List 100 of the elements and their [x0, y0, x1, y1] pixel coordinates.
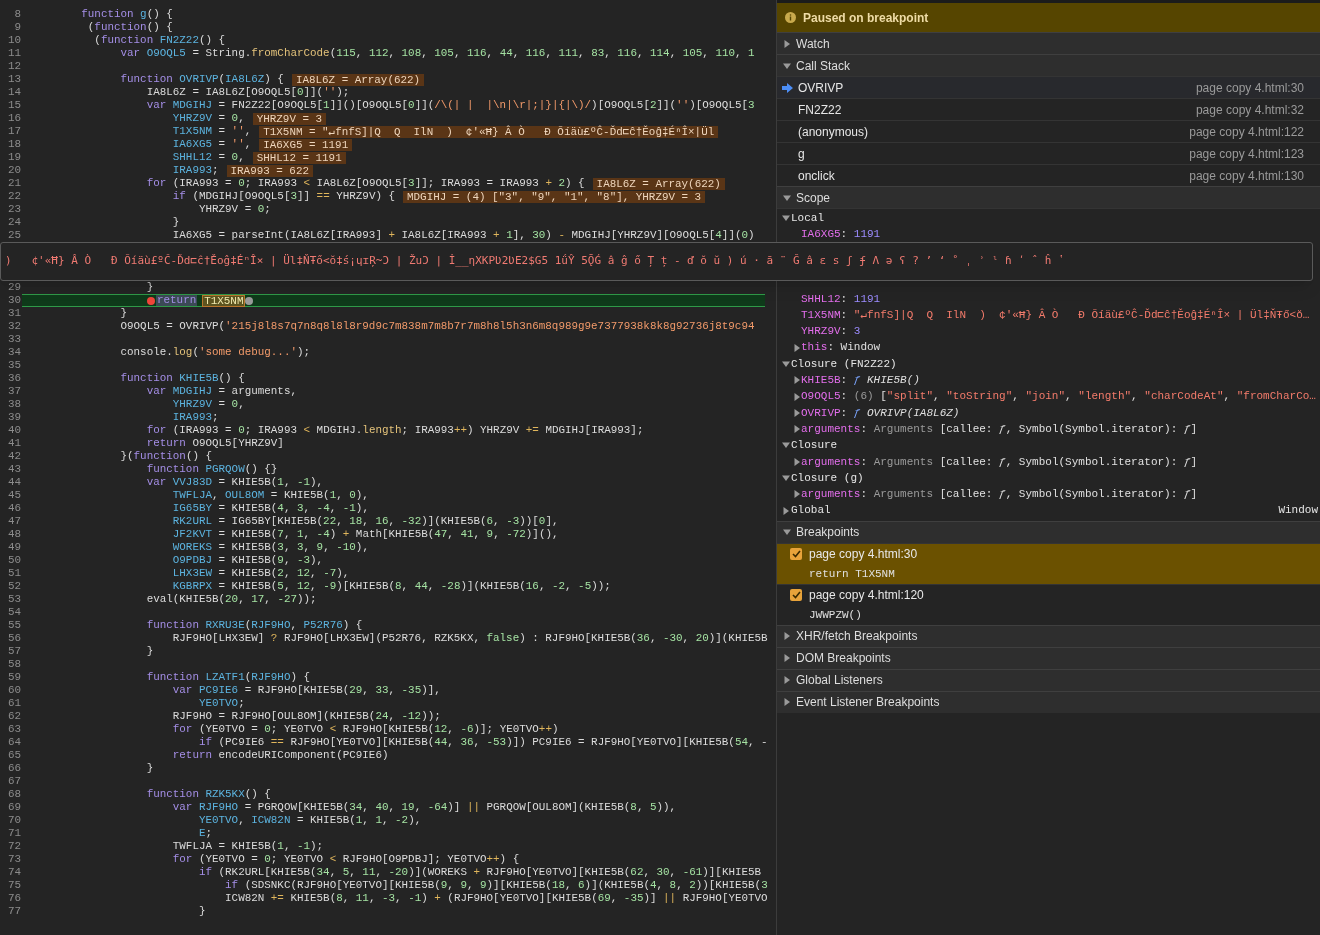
- line-number: 29: [6, 281, 21, 294]
- code-line: KGBRPX = KHIE5B(5, 12, -9)[KHIE5B(8, 44, -28)](KHIE5B(16, -2, -5));: [171, 580, 611, 593]
- scope-variable[interactable]: KHIE5B: ƒ KHIE5B(): [801, 372, 920, 389]
- call-frame[interactable]: onclick page copy 4.html:130: [777, 164, 1320, 186]
- line-number: 39: [6, 411, 21, 424]
- scope-variable[interactable]: O9OQL5: (6) ["split", "toString", "join", "length", "charCodeAt", "fromCharCo…: [801, 388, 1316, 405]
- line-number: 70: [6, 814, 21, 827]
- line-number: 41: [6, 437, 21, 450]
- section-header[interactable]: Breakpoints: [777, 520, 1320, 543]
- call-frame[interactable]: OVRIVP page copy 4.html:30: [777, 76, 1320, 98]
- breakpoint-item[interactable]: page copy 4.html:30 return T1X5NM: [777, 542, 1320, 584]
- code-line: }(function() {: [119, 450, 213, 463]
- line-number: 72: [6, 840, 21, 853]
- line-number: 65: [6, 749, 21, 762]
- line-number: 18: [6, 138, 21, 151]
- call-frame[interactable]: g page copy 4.html:123: [777, 142, 1320, 164]
- line-number: 21: [6, 177, 21, 190]
- line-number: 19: [6, 151, 21, 164]
- line-number: 46: [6, 502, 21, 515]
- code-line: (function FN2Z22() {: [93, 34, 226, 47]
- line-number: 32: [6, 320, 21, 333]
- inline-value: IA6XG5 = 1191: [259, 138, 353, 151]
- section-header[interactable]: Event Listener Breakpoints: [777, 690, 1320, 713]
- code-line: function PGRQOW() {}: [145, 463, 278, 476]
- scope-variable[interactable]: OVRIVP: ƒ OVRIVP(IA8L6Z): [801, 404, 960, 421]
- code-line: E;: [197, 827, 212, 840]
- inline-value: IA8L6Z = Array(622): [291, 73, 425, 86]
- scope-variable[interactable]: arguments: Arguments [callee: ƒ, Symbol(Symbol.iterator): ƒ]: [801, 486, 1198, 503]
- code-line: var PC9IE6 = RJF9HO[KHIE5B(29, 33, -35)],: [171, 684, 441, 697]
- code-line: LHX3EW = KHIE5B(2, 12, -7),: [171, 567, 350, 580]
- frame-location: page copy 4.html:122: [1189, 123, 1304, 141]
- code-line: YHRZ9V = 0,: [171, 398, 245, 411]
- code-line: IRA993;: [171, 164, 219, 177]
- section-header[interactable]: XHR/fetch Breakpoints: [777, 624, 1320, 647]
- code-line: var VVJ83D = KHIE5B(1, -1),: [145, 476, 324, 489]
- call-frame[interactable]: FN2Z22 page copy 4.html:32: [777, 98, 1320, 120]
- scope-variable[interactable]: arguments: Arguments [callee: ƒ, Symbol(Symbol.iterator): ƒ]: [801, 453, 1198, 470]
- line-number: 60: [6, 684, 21, 697]
- breakpoint-dot-icon: [147, 296, 155, 305]
- code-line: O9OQL5 = OVRIVP('215j8l8s7q7n8q8l8l8r9d9c7m838m7m8b7r7m8h8l5h3n6m8q989g9e7377938k8k8g92736j8t9c94: [119, 320, 755, 333]
- checkbox[interactable]: [790, 589, 802, 601]
- line-number: 13: [6, 73, 21, 86]
- code-line: RJF9HO = RJF9HO[OUL8OM](KHIE5B(24, -12));: [171, 710, 441, 723]
- code-line: if (PC9IE6 == RJF9HO[YE0TVO][KHIE5B(44, 36, -53)]) PC9IE6 = RJF9HO[YE0TVO][KHIE5B(54, -: [197, 736, 768, 749]
- line-number: 15: [6, 99, 21, 112]
- section-header[interactable]: Call Stack: [777, 54, 1320, 76]
- line-number: 69: [6, 801, 21, 814]
- scope-label[interactable]: Closure (g): [791, 469, 864, 487]
- section-header[interactable]: DOM Breakpoints: [777, 646, 1320, 669]
- call-frame[interactable]: (anonymous) page copy 4.html:122: [777, 120, 1320, 142]
- code-line: YE0TVO, ICW82N = KHIE5B(1, 1, -2),: [197, 814, 422, 827]
- inline-value: T1X5NM = "↵fnfS]|Q Q IlN ) ¢'«Ħ} Â Ò Ð Õíäù£ºĈ-Ďd⊏ĉ†Ěoĝ‡ÉⁿÎ×|Ül: [259, 125, 719, 138]
- scope-label[interactable]: Local: [791, 210, 824, 227]
- line-number: 35: [6, 359, 21, 372]
- inline-value: MDGIHJ = (4) ["3", "9", "1", "8"], YHRZ9V = 3: [403, 190, 706, 203]
- line-number: 76: [6, 892, 21, 905]
- scope-label[interactable]: Closure: [791, 437, 838, 454]
- scope-label[interactable]: Closure (FN2Z22): [791, 355, 897, 373]
- frame-name: (anonymous): [798, 123, 869, 141]
- code-line: RK2URL = IG65BY[KHIE5B(22, 18, 16, -32)](KHIE5B(6, -3))[0],: [171, 515, 559, 528]
- code-line: if (MDGIHJ[O9OQL5[3]] == YHRZ9V) {: [171, 190, 396, 203]
- inline-value: IRA993 = 622: [226, 164, 313, 177]
- code-line: IA6XG5 = '',: [171, 138, 252, 151]
- code-line: JF2KVT = KHIE5B(7, 1, -4) + Math[KHIE5B(47, 41, 9, -72)](),: [171, 528, 559, 541]
- section-header[interactable]: Watch: [777, 32, 1320, 54]
- line-number: 22: [6, 190, 21, 203]
- scope-variable[interactable]: arguments: Arguments [callee: ƒ, Symbol(Symbol.iterator): ƒ]: [801, 420, 1198, 438]
- frame-name: g: [798, 145, 805, 163]
- line-number: 62: [6, 710, 21, 723]
- line-number: 31: [6, 307, 21, 320]
- checkbox[interactable]: [790, 548, 802, 560]
- line-number: 17: [6, 125, 21, 138]
- line-number: 50: [6, 554, 21, 567]
- line-number: 73: [6, 853, 21, 866]
- line-number: 74: [6, 866, 21, 879]
- code-line: eval(KHIE5B(20, 17, -27));: [145, 593, 317, 606]
- scope-variable[interactable]: SHHL12: 1191: [801, 290, 881, 307]
- scope-variable[interactable]: this: Window: [801, 339, 881, 356]
- line-number: 14: [6, 86, 21, 99]
- scope-label[interactable]: Global: [791, 502, 831, 519]
- section-header[interactable]: Scope: [777, 186, 1320, 208]
- line-number: 52: [6, 580, 21, 593]
- line-number: 49: [6, 541, 21, 554]
- frame-name: OVRIVP: [798, 79, 844, 97]
- code-line: if (SDSNKC(RJF9HO[YE0TVO][KHIE5B(9, 9, 9)][KHIE5B(18, 6)](KHIE5B(4, 8, 2))[KHIE5B(3: [224, 879, 768, 892]
- line-number: 43: [6, 463, 21, 476]
- code-line: RJF9HO[LHX3EW] ? RJF9HO[LHX3EW](P52R76, RZK5KX, false) : RJF9HO[KHIE5B(36, -30, 20)](KHIE5B: [171, 632, 768, 645]
- scope-variable[interactable]: T1X5NM: "↵fnfS]|Q Q IlN ) ¢'«Ħ} Â Ò Ð Õíäù£ºĈ-Ďd⊏ĉ†Ěoĝ‡ÉⁿÎ× | Ül‡ŇŦő<ŏ…: [801, 306, 1310, 324]
- scope-value: Window: [1278, 503, 1318, 519]
- code-line: for (YE0TVO = 0; YE0TVO < RJF9HO[O9PDBJ]; YE0TVO++) {: [171, 853, 520, 866]
- line-number: 53: [6, 593, 21, 606]
- frame-location: page copy 4.html:130: [1189, 167, 1304, 185]
- code-line: for (IRA993 = 0; IRA993 < IA8L6Z[O9OQL5[3]]; IRA993 = IRA993 + 2) {: [145, 177, 585, 190]
- section-header[interactable]: Global Listeners: [777, 668, 1320, 691]
- code-line: }: [145, 762, 154, 775]
- code-line: YE0TVO;: [197, 697, 245, 710]
- scope-variable[interactable]: YHRZ9V: 3: [801, 323, 861, 340]
- code-line: var O9OQL5 = String.fromCharCode(115, 112, 108, 105, 116, 44, 116, 111, 83, 116, 114, 105, 110, 1: [119, 47, 755, 60]
- scope-variable[interactable]: IA6XG5: 1191: [801, 226, 881, 243]
- line-number: 57: [6, 645, 21, 658]
